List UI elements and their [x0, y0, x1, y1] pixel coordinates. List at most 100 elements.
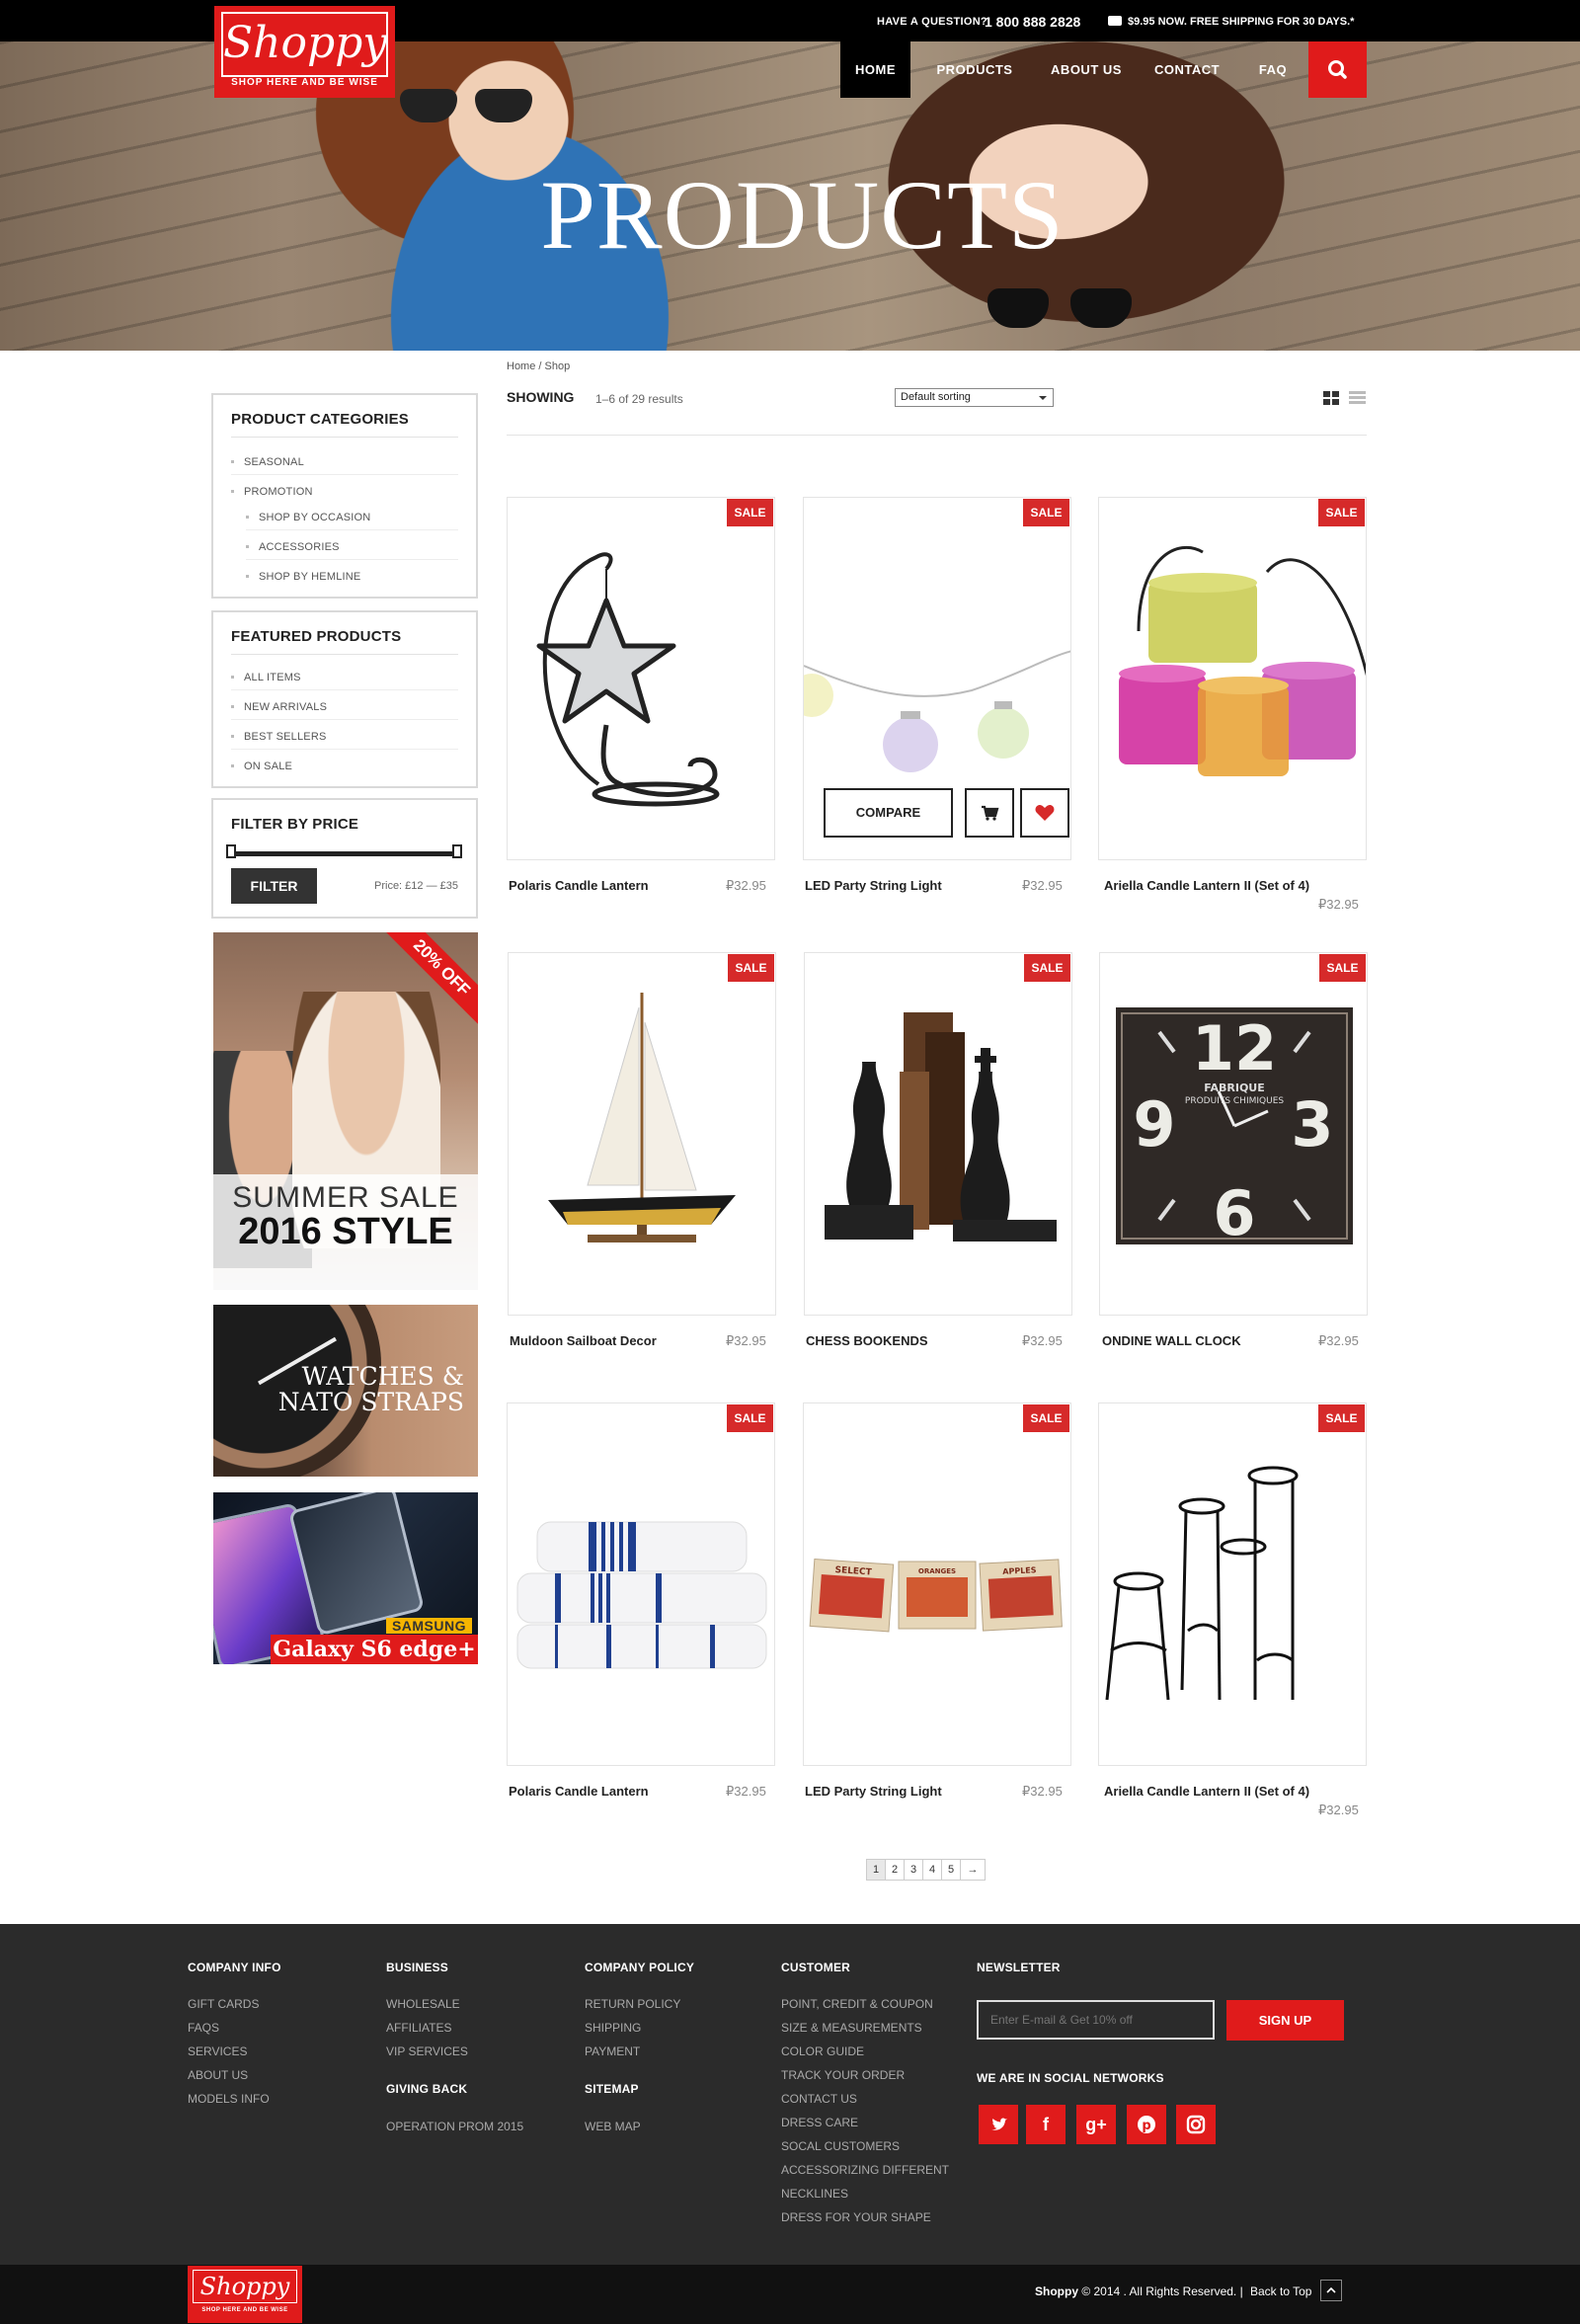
footer-link[interactable]: VIP SERVICES: [386, 2044, 468, 2058]
product-card[interactable]: SALE: [1098, 497, 1367, 860]
product-name[interactable]: ONDINE WALL CLOCK: [1102, 1333, 1241, 1348]
product-name[interactable]: Ariella Candle Lantern II (Set of 4): [1104, 878, 1309, 893]
featured-all-items[interactable]: ALL ITEMS: [231, 672, 301, 683]
clock-numeral-12: 12: [1192, 1012, 1277, 1084]
footer-link[interactable]: ABOUT US: [188, 2068, 248, 2082]
phone-number[interactable]: 1 800 888 2828: [985, 14, 1080, 30]
category-shop-by-hemline[interactable]: SHOP BY HEMLINE: [246, 571, 360, 583]
featured-on-sale[interactable]: ON SALE: [231, 761, 292, 772]
footer-link[interactable]: RETURN POLICY: [585, 1997, 680, 2011]
footer-link[interactable]: WHOLESALE: [386, 1997, 460, 2011]
product-name[interactable]: Ariella Candle Lantern II (Set of 4): [1104, 1784, 1309, 1799]
twitter-icon[interactable]: [979, 2105, 1018, 2144]
product-card[interactable]: SALE: [507, 1402, 775, 1766]
product-name[interactable]: Polaris Candle Lantern: [509, 878, 649, 893]
footer-link[interactable]: TRACK YOUR ORDER: [781, 2068, 905, 2082]
footer-link[interactable]: SOCAL CUSTOMERS: [781, 2139, 900, 2153]
category-seasonal[interactable]: SEASONAL: [231, 456, 304, 468]
footer-link[interactable]: AFFILIATES: [386, 2021, 451, 2035]
product-card[interactable]: SALE: [1098, 1402, 1367, 1766]
footer-link[interactable]: POINT, CREDIT & COUPON: [781, 1997, 933, 2011]
summer-sale-banner[interactable]: 20% OFF SUMMER SALE 2016 STYLE: [213, 932, 478, 1290]
price-slider[interactable]: [231, 851, 458, 856]
footer-logo[interactable]: Shoppy SHOP HERE AND BE WISE: [188, 2266, 302, 2323]
sale-badge: SALE: [1318, 1404, 1365, 1432]
chevron-down-icon: [1039, 396, 1047, 400]
category-accessories[interactable]: ACCESSORIES: [246, 541, 340, 553]
page-3[interactable]: 3: [904, 1859, 923, 1881]
price-min-handle[interactable]: [226, 844, 236, 858]
product-card[interactable]: SALE COMPARE: [803, 497, 1071, 860]
instagram-icon[interactable]: [1176, 2105, 1216, 2144]
footer-link[interactable]: COLOR GUIDE: [781, 2044, 864, 2058]
facebook-icon[interactable]: f: [1026, 2105, 1066, 2144]
footer-link[interactable]: GIFT CARDS: [188, 1997, 259, 2011]
footer-heading: SITEMAP: [585, 2082, 639, 2096]
footer-link[interactable]: SIZE & MEASUREMENTS: [781, 2021, 922, 2035]
product-card[interactable]: 12 3 6 9 FABRIQUE PRODUITS CHIMIQUES SAL…: [1099, 952, 1368, 1316]
product-name[interactable]: LED Party String Light: [805, 878, 942, 893]
site-logo[interactable]: Shoppy SHOP HERE AND BE WISE: [214, 6, 395, 98]
page-4[interactable]: 4: [922, 1859, 942, 1881]
sunglasses-right: [988, 288, 1136, 328]
sign-up-button[interactable]: SIGN UP: [1226, 2000, 1344, 2041]
footer-link[interactable]: NECKLINES: [781, 2187, 848, 2201]
watches-banner[interactable]: WATCHES & NATO STRAPS: [213, 1305, 478, 1477]
price-max-handle[interactable]: [452, 844, 462, 858]
footer-link[interactable]: FAQS: [188, 2021, 219, 2035]
list-view-icon[interactable]: [1349, 391, 1366, 405]
add-to-cart-button[interactable]: [965, 788, 1014, 838]
newsletter-email-input[interactable]: [977, 2000, 1215, 2040]
chevron-up-icon: [1326, 2286, 1336, 2293]
footer-link[interactable]: OPERATION PROM 2015: [386, 2120, 523, 2133]
product-name[interactable]: CHESS BOOKENDS: [806, 1333, 928, 1348]
footer-link[interactable]: WEB MAP: [585, 2120, 641, 2133]
nav-about-us[interactable]: ABOUT US: [1048, 41, 1125, 98]
page-2[interactable]: 2: [885, 1859, 905, 1881]
footer-link[interactable]: PAYMENT: [585, 2044, 640, 2058]
plant-stand-image: [1105, 1466, 1299, 1701]
pinterest-icon[interactable]: p: [1127, 2105, 1166, 2144]
back-to-top-button[interactable]: [1320, 2280, 1342, 2301]
banner-line1: SUMMER SALE: [232, 1181, 459, 1214]
footer-link[interactable]: MODELS INFO: [188, 2092, 270, 2106]
wishlist-button[interactable]: [1020, 788, 1069, 838]
page-1[interactable]: 1: [866, 1859, 886, 1881]
footer-link[interactable]: ACCESSORIZING DIFFERENT: [781, 2163, 949, 2177]
product-price: ₽32.95: [1318, 1803, 1359, 1817]
product-card[interactable]: SALE: [507, 497, 775, 860]
product-card[interactable]: SELECT ORANGES APPLES SALE: [803, 1402, 1071, 1766]
footer-link[interactable]: DRESS CARE: [781, 2116, 858, 2129]
back-to-top-link[interactable]: Back to Top: [1250, 2284, 1311, 2298]
filter-button[interactable]: FILTER: [231, 868, 317, 904]
next-page-arrow[interactable]: →: [960, 1859, 986, 1881]
compare-button[interactable]: COMPARE: [824, 788, 953, 838]
product-card[interactable]: SALE: [508, 952, 776, 1316]
footer-link[interactable]: SHIPPING: [585, 2021, 641, 2035]
product-name[interactable]: LED Party String Light: [805, 1784, 942, 1799]
nav-products[interactable]: PRODUCTS: [932, 41, 1017, 98]
featured-new-arrivals[interactable]: NEW ARRIVALS: [231, 701, 327, 713]
breadcrumb[interactable]: Home / Shop: [507, 361, 570, 372]
product-price: ₽32.95: [726, 1784, 766, 1799]
footer-link[interactable]: CONTACT US: [781, 2092, 857, 2106]
search-button[interactable]: [1308, 41, 1367, 98]
page-5[interactable]: 5: [941, 1859, 961, 1881]
product-name[interactable]: Polaris Candle Lantern: [509, 1784, 649, 1799]
grid-view-icon[interactable]: [1323, 391, 1339, 405]
product-name[interactable]: Muldoon Sailboat Decor: [510, 1333, 657, 1348]
product-card[interactable]: SALE: [804, 952, 1072, 1316]
sort-select[interactable]: Default sorting: [895, 388, 1054, 407]
nav-contact[interactable]: CONTACT: [1151, 41, 1223, 98]
search-icon: [1328, 60, 1347, 79]
footer-link[interactable]: SERVICES: [188, 2044, 247, 2058]
footer-link[interactable]: DRESS FOR YOUR SHAPE: [781, 2210, 931, 2224]
nav-faq[interactable]: FAQ: [1255, 41, 1291, 98]
sale-badge: SALE: [727, 1404, 773, 1432]
galaxy-banner[interactable]: SAMSUNG Galaxy S6 edge+: [213, 1492, 478, 1664]
nav-home[interactable]: HOME: [840, 41, 910, 98]
google-plus-icon[interactable]: g+: [1076, 2105, 1116, 2144]
featured-best-sellers[interactable]: BEST SELLERS: [231, 731, 327, 743]
category-shop-by-occasion[interactable]: SHOP BY OCCASION: [246, 512, 370, 523]
category-promotion[interactable]: PROMOTION: [231, 486, 313, 498]
